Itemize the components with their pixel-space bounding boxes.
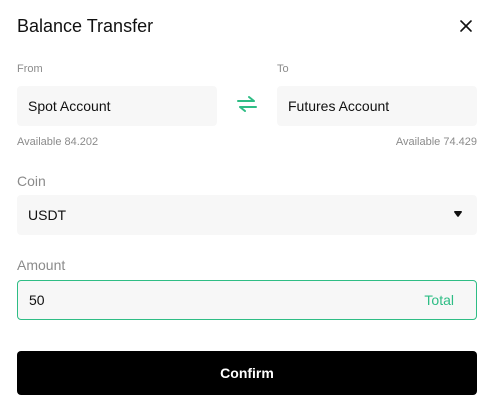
- to-label: To: [277, 63, 289, 75]
- coin-label: Coin: [17, 173, 46, 189]
- confirm-button[interactable]: Confirm: [17, 351, 477, 395]
- to-available-balance: Available 74.429: [395, 136, 477, 148]
- amount-label: Amount: [17, 257, 66, 273]
- to-account-select[interactable]: Futures Account: [277, 86, 477, 126]
- coin-select[interactable]: USDT: [17, 195, 477, 235]
- amount-field: Total: [17, 280, 477, 320]
- close-icon[interactable]: [458, 18, 474, 34]
- to-account-value: Futures Account: [288, 98, 390, 114]
- coin-value: USDT: [28, 207, 67, 223]
- amount-input[interactable]: [29, 292, 425, 308]
- from-label: From: [17, 63, 43, 75]
- dialog-title: Balance Transfer: [17, 16, 154, 36]
- from-account-value: Spot Account: [28, 98, 111, 114]
- total-button[interactable]: Total: [424, 292, 454, 308]
- from-available-balance: Available 84.202: [17, 136, 99, 148]
- from-account-select[interactable]: Spot Account: [17, 86, 217, 126]
- caret-down-icon: [454, 211, 462, 217]
- swap-arrows-icon[interactable]: [236, 95, 258, 113]
